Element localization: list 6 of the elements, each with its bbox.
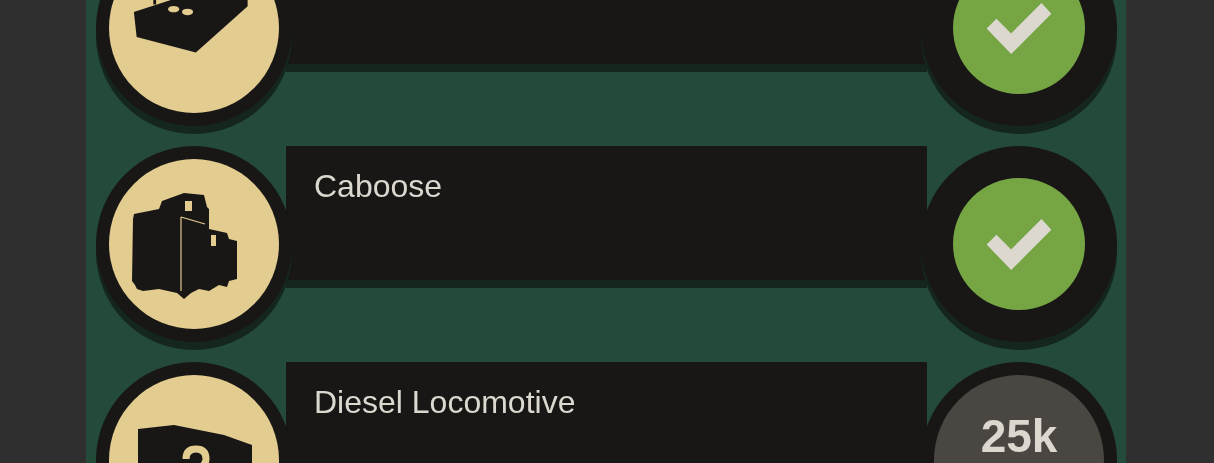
check-icon xyxy=(986,218,1052,270)
item-name: Caboose xyxy=(314,168,443,204)
item-bar[interactable]: Diesel Locomotive xyxy=(286,362,927,463)
item-name: Diesel Locomotive xyxy=(314,384,576,420)
check-icon xyxy=(986,2,1052,54)
price-badge[interactable]: 25k xyxy=(934,375,1104,463)
